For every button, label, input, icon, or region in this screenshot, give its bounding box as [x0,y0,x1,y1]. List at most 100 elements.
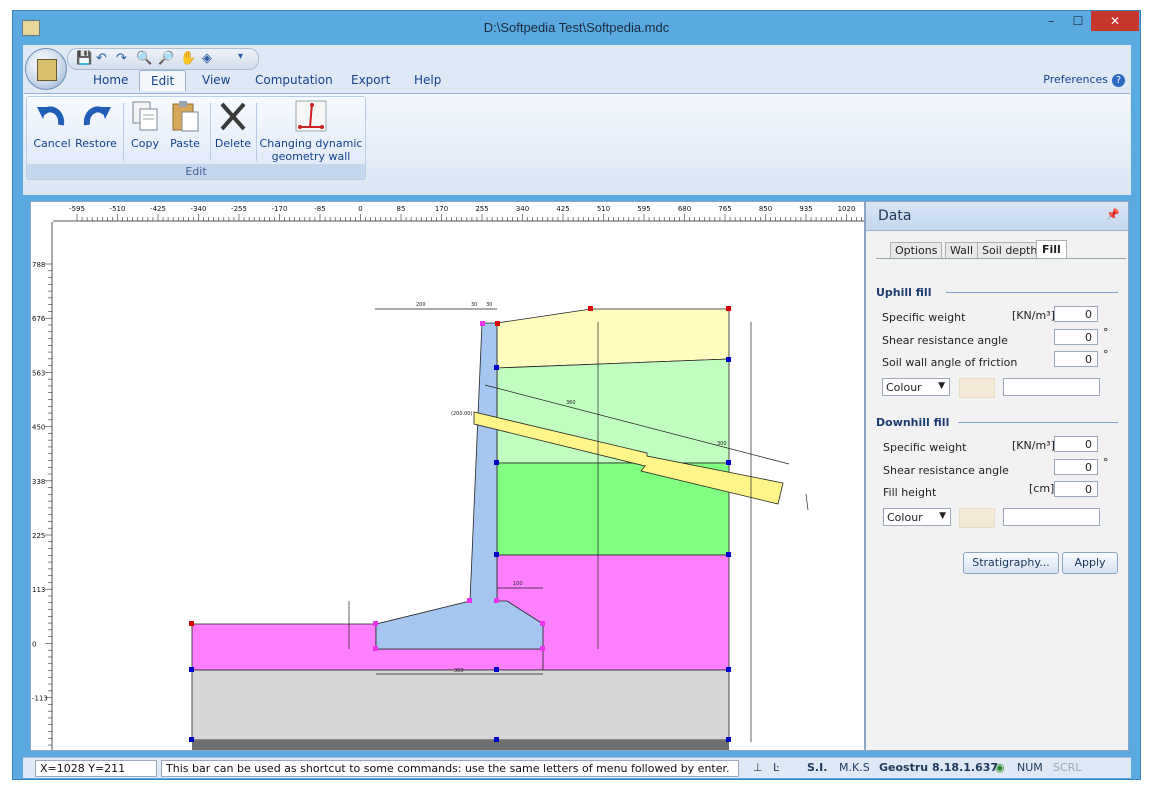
minimize-button[interactable]: – [1038,11,1064,31]
tab-options[interactable]: Options [890,242,943,258]
tab-help[interactable]: Help [414,73,441,87]
edit-group-label: Edit [27,164,365,179]
downhill-shear-label: Shear resistance angle [883,464,1009,477]
divider [946,292,1118,293]
undo-icon[interactable]: ↶ [96,51,107,66]
x-tick-label: 680 [678,205,691,213]
downhill-shear-input[interactable]: 0 [1054,459,1098,475]
tab-soil-depth[interactable]: Soil depth [977,242,1043,258]
separator [123,103,124,161]
downhill-colour-swatch[interactable] [959,508,995,528]
redo-icon[interactable]: ↷ [116,51,127,66]
uphill-shear-input[interactable]: 0 [1054,329,1098,345]
fit-zoom-icon[interactable]: ◈ [202,51,212,66]
foundation-soil[interactable] [191,669,730,741]
x-tick-label: 340 [516,205,529,213]
x-tick-label: 255 [475,205,488,213]
x-tick-label: -425 [150,205,166,213]
downhill-specific-weight-label: Specific weight [883,441,967,454]
work-area: -595 -510 -425 -340 -255 -170 -85 0 85 170 255 340 4… [23,195,1131,757]
app-window: D:\Softpedia Test\Softpedia.mdc – ☐ ✕ 💾 … [12,10,1141,780]
coordinates-readout: X=1028 Y=211 [35,760,157,777]
soil-layer-1[interactable] [496,308,730,369]
x-tick-label: 425 [556,205,569,213]
fill-height-label: Fill height [883,486,937,499]
x-tick-label: 170 [435,205,448,213]
tab-home[interactable]: Home [93,73,128,87]
changing-dynamic-geometry-wall-button[interactable]: Changing dynamic geometry wall [259,99,363,163]
apply-button[interactable]: Apply [1062,552,1118,574]
paste-label: Paste [170,137,200,150]
bedrock [192,740,729,750]
globe-icon: ◉ [995,761,1005,774]
uphill-colour-select[interactable]: Colour ▼ [882,378,950,396]
tab-edit[interactable]: Edit [139,70,187,91]
downhill-fill-title: Downhill fill [876,416,950,429]
fill-height-input[interactable]: 0 [1054,481,1098,497]
section-tool-icon[interactable]: Ŀ [773,761,779,774]
save-icon[interactable]: 💾 [76,51,92,66]
command-bar[interactable]: This bar can be used as shortcut to some… [161,760,739,777]
qat-customize-icon[interactable]: ▾ [238,51,243,62]
copy-label: Copy [131,137,159,150]
zoom-in-icon[interactable]: 🔍 [136,51,152,66]
y-tick-label: 0 [32,640,36,648]
tab-view[interactable]: View [202,73,230,87]
redo-arrow-icon [79,99,113,133]
delete-x-icon [216,99,250,133]
maximize-button[interactable]: ☐ [1065,11,1091,31]
panel-tabs: Options Wall Soil depth Fill [876,240,1126,259]
x-tick-label: 510 [597,205,610,213]
x-tick-label: -170 [272,205,288,213]
degree-symbol: ° [1103,456,1109,469]
stratigraphy-button[interactable]: Stratigraphy... [963,552,1059,574]
title-bar: D:\Softpedia Test\Softpedia.mdc – ☐ ✕ [13,11,1140,45]
pan-hand-icon[interactable]: ✋ [180,51,196,66]
restore-button[interactable]: Restore [73,99,119,150]
help-icon[interactable]: ? [1112,74,1125,87]
dim-200: 200 [416,302,426,308]
downhill-specific-weight-input[interactable]: 0 [1054,436,1098,452]
tab-wall[interactable]: Wall [945,242,979,258]
window-title: D:\Softpedia Test\Softpedia.mdc [483,20,670,35]
downhill-colour-field[interactable] [1003,508,1100,526]
dynamic-label-1: Changing dynamic [259,137,363,150]
delete-label: Delete [214,137,252,150]
tab-export[interactable]: Export [351,73,390,87]
tab-computation[interactable]: Computation [255,73,333,87]
uphill-friction-input[interactable]: 0 [1054,351,1098,367]
x-tick-label: 85 [397,205,406,213]
preferences-link[interactable]: Preferences? [1043,73,1125,87]
pin-icon[interactable]: 📌 [1106,208,1120,221]
tab-fill[interactable]: Fill [1036,240,1067,258]
delete-button[interactable]: Delete [212,99,254,150]
uphill-colour-field[interactable] [1003,378,1100,396]
product-version: Geostru 8.18.1.637 [879,761,999,774]
degree-symbol: ° [1103,326,1109,339]
dim-30a: 30 [471,302,477,308]
panel-title: Data [878,208,912,224]
dim-30b: 30 [486,302,492,308]
zoom-out-icon[interactable]: 🔎 [158,51,174,66]
paste-button[interactable]: Paste [165,99,205,150]
drawing-canvas[interactable]: -595 -510 -425 -340 -255 -170 -85 0 85 170 255 340 4… [30,201,865,751]
data-panel-header: Data 📌 [866,202,1128,231]
uphill-specific-weight-label: Specific weight [882,311,966,324]
application-menu-button[interactable] [25,48,67,90]
restore-label: Restore [75,137,117,150]
ribbon-tabs: Home Edit View Computation Export Help [67,70,1127,92]
uphill-colour-swatch[interactable] [959,378,995,398]
downhill-colour-select[interactable]: Colour ▼ [883,508,951,526]
x-tick-label: 850 [759,205,772,213]
uphill-specific-weight-input[interactable]: 0 [1054,306,1098,322]
uphill-colour-label: Colour [886,381,922,394]
copy-icon [128,99,162,133]
wall-tool-icon[interactable]: ⊥ [753,761,763,774]
close-button[interactable]: ✕ [1091,11,1139,31]
y-tick-label: 676 [32,315,46,323]
copy-button[interactable]: Copy [125,99,165,150]
separator [256,103,257,161]
cancel-button[interactable]: Cancel [29,99,75,150]
dim-360b: 360 [454,668,464,674]
x-tick-label: -595 [69,205,85,213]
